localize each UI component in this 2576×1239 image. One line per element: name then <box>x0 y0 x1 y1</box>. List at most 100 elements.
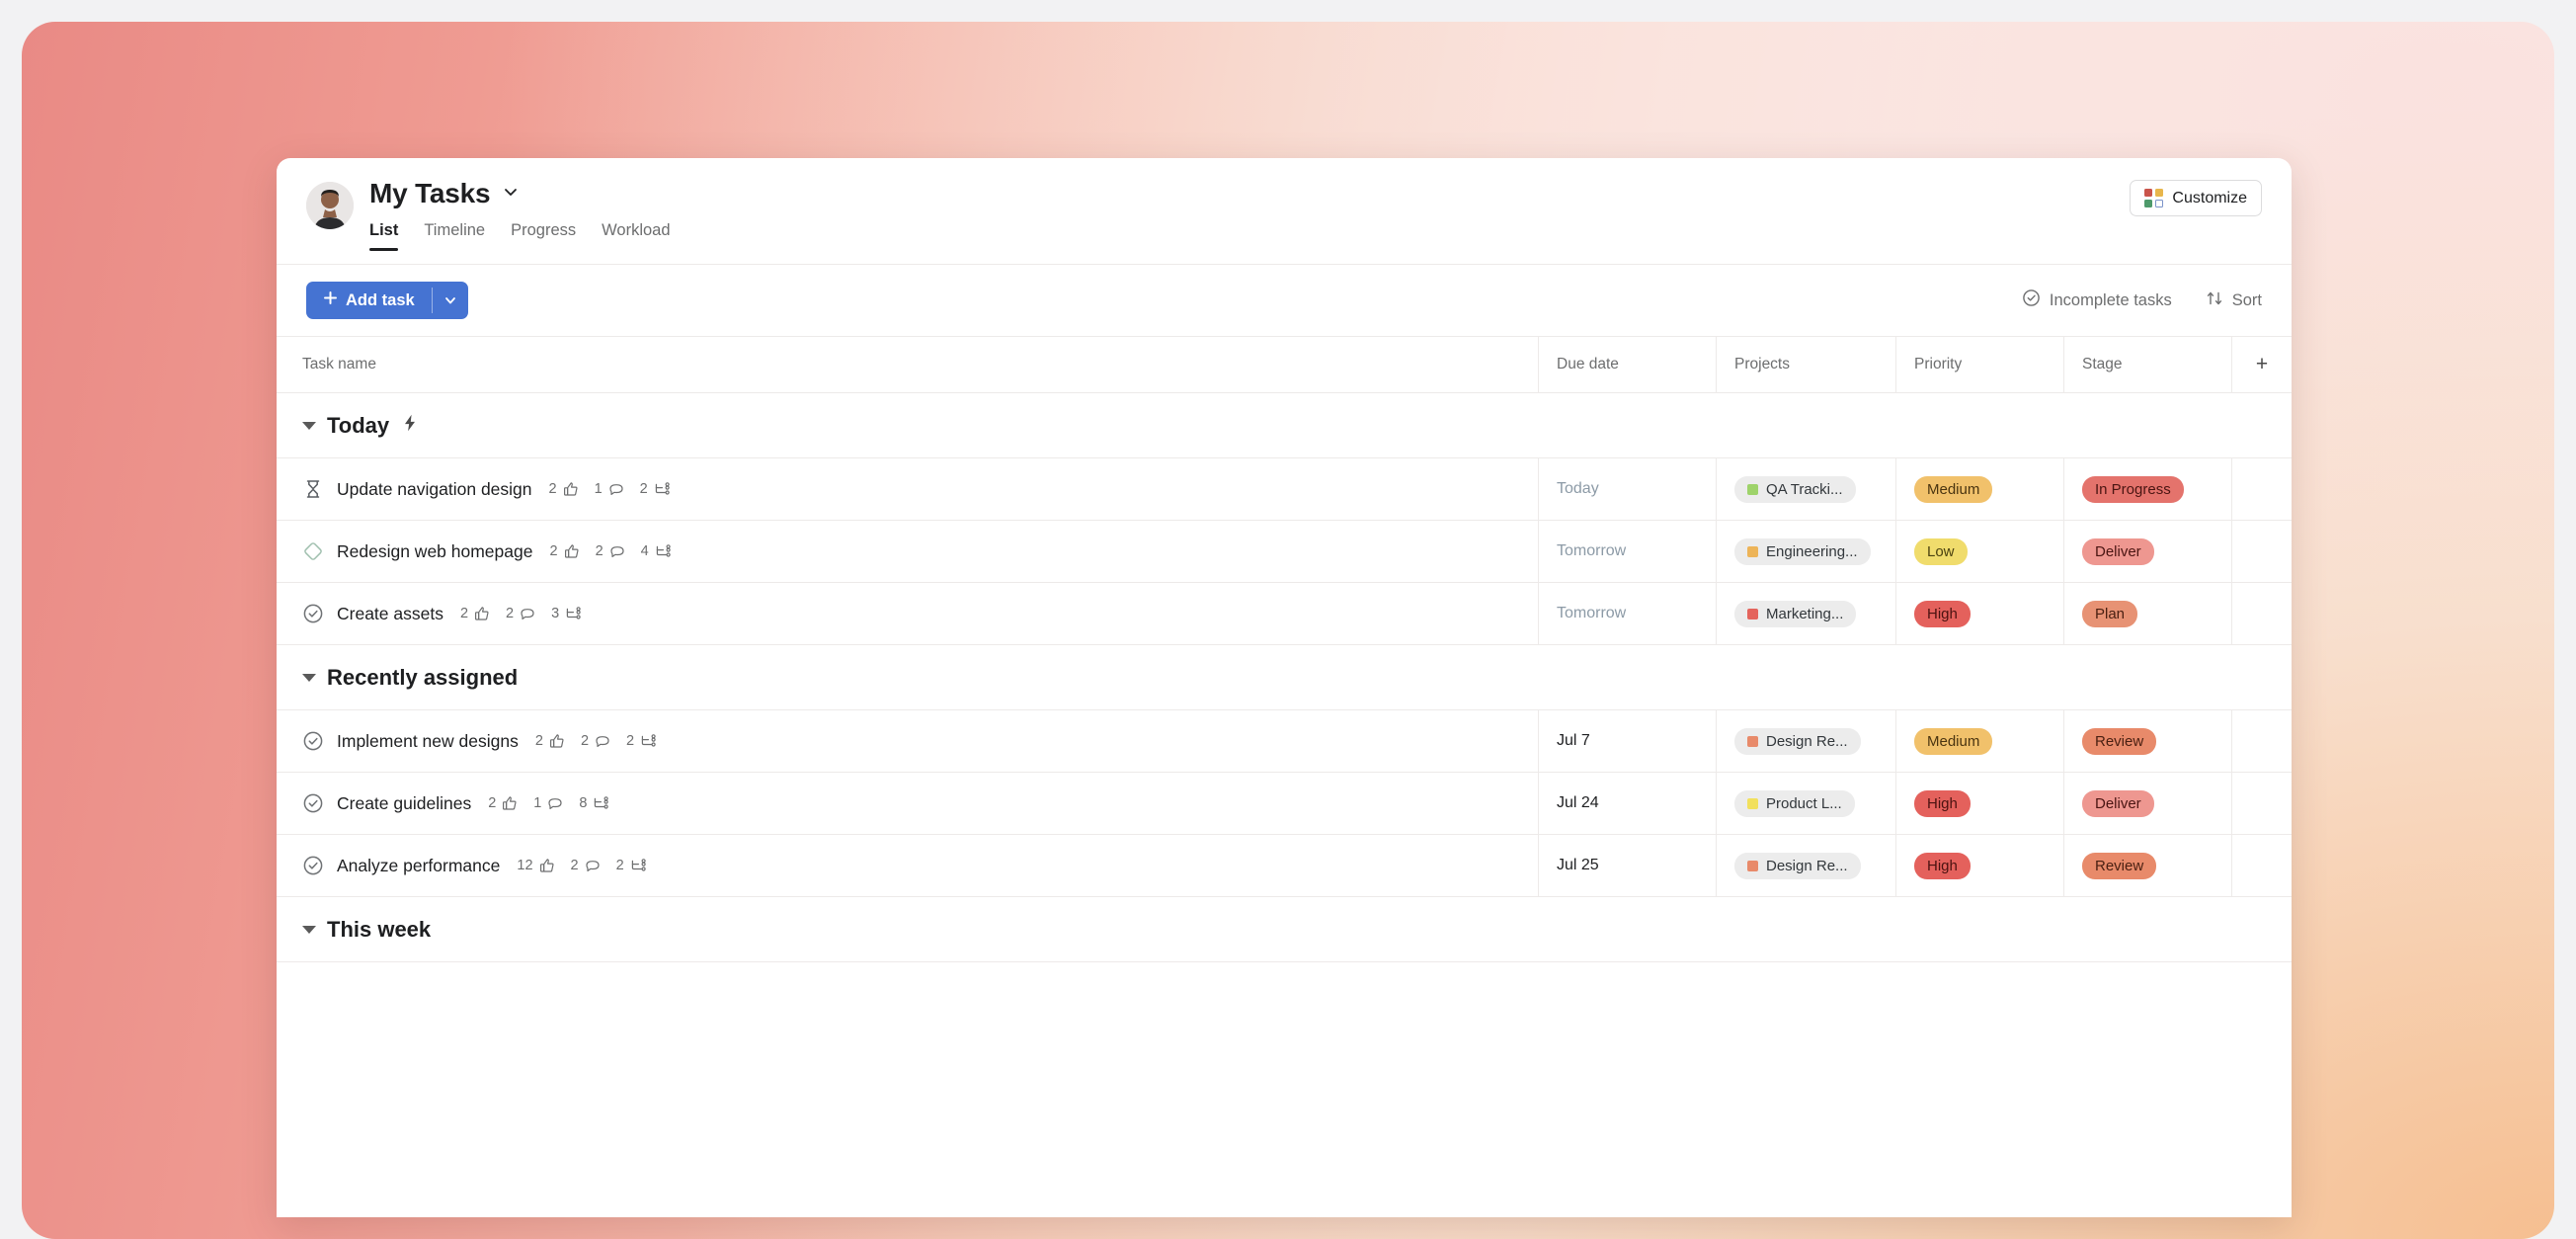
like-count: 2 <box>460 606 490 621</box>
stage-pill[interactable]: Plan <box>2082 600 2138 627</box>
section-title: This week <box>327 916 432 942</box>
table-row[interactable]: Create assets 2 2 3 Tomorrow Marketing..… <box>277 583 2292 645</box>
cell-task-name[interactable]: Update navigation design 2 1 2 <box>277 458 1539 520</box>
add-task-button[interactable]: Add task <box>306 282 468 319</box>
like-count: 2 <box>488 795 518 811</box>
task-meta: 2 1 8 <box>488 795 609 811</box>
tab-progress[interactable]: Progress <box>511 221 576 251</box>
cell-due-date[interactable]: Jul 7 <box>1539 710 1717 772</box>
cell-projects[interactable]: Design Re... <box>1717 710 1896 772</box>
task-name-label: Implement new designs <box>337 730 519 751</box>
cell-stage[interactable]: Deliver <box>2064 773 2232 834</box>
priority-pill[interactable]: Low <box>1914 537 1968 565</box>
cell-due-date[interactable]: Tomorrow <box>1539 521 1717 582</box>
cell-due-date[interactable]: Today <box>1539 458 1717 520</box>
diamond-icon[interactable] <box>302 540 324 562</box>
task-meta: 2 2 4 <box>549 543 671 559</box>
project-pill[interactable]: Engineering... <box>1734 537 1871 565</box>
caret-down-icon[interactable] <box>302 925 316 934</box>
project-pill[interactable]: Design Re... <box>1734 727 1861 755</box>
cell-priority[interactable]: High <box>1896 773 2064 834</box>
check-circle-icon[interactable] <box>302 792 324 814</box>
task-name-label: Create assets <box>337 603 443 623</box>
customize-label: Customize <box>2172 189 2247 206</box>
priority-pill[interactable]: High <box>1914 852 1971 879</box>
cell-stage[interactable]: Plan <box>2064 583 2232 644</box>
task-name-label: Analyze performance <box>337 855 501 875</box>
stage-pill[interactable]: Review <box>2082 852 2157 879</box>
cell-task-name[interactable]: Create assets 2 2 3 <box>277 583 1539 644</box>
cell-task-name[interactable]: Analyze performance 12 2 2 <box>277 835 1539 896</box>
cell-stage[interactable]: In Progress <box>2064 458 2232 520</box>
cell-stage[interactable]: Deliver <box>2064 521 2232 582</box>
project-pill[interactable]: QA Tracki... <box>1734 475 1856 503</box>
cell-due-date[interactable]: Tomorrow <box>1539 583 1717 644</box>
caret-down-icon[interactable] <box>302 673 316 682</box>
stage-pill[interactable]: Deliver <box>2082 537 2154 565</box>
project-pill[interactable]: Design Re... <box>1734 852 1861 879</box>
check-circle-icon[interactable] <box>302 730 324 752</box>
cell-due-date[interactable]: Jul 25 <box>1539 835 1717 896</box>
caret-down-icon[interactable] <box>302 421 316 430</box>
column-header-priority[interactable]: Priority <box>1896 336 2064 393</box>
cell-projects[interactable]: QA Tracki... <box>1717 458 1896 520</box>
check-circle-icon[interactable] <box>302 855 324 876</box>
task-meta: 12 2 2 <box>517 858 646 873</box>
project-pill[interactable]: Product L... <box>1734 789 1855 817</box>
subtask-count: 2 <box>616 858 647 873</box>
cell-task-name[interactable]: Implement new designs 2 2 2 <box>277 710 1539 772</box>
incomplete-tasks-filter[interactable]: Incomplete tasks <box>2022 289 2172 312</box>
column-header-task-name[interactable]: Task name <box>277 336 1539 393</box>
customize-button[interactable]: Customize <box>2130 180 2262 216</box>
comment-count: 1 <box>533 795 563 811</box>
cell-projects[interactable]: Marketing... <box>1717 583 1896 644</box>
add-task-dropdown[interactable] <box>433 282 468 319</box>
cell-priority[interactable]: High <box>1896 835 2064 896</box>
cell-priority[interactable]: Medium <box>1896 458 2064 520</box>
cell-projects[interactable]: Engineering... <box>1717 521 1896 582</box>
check-circle-icon[interactable] <box>302 603 324 624</box>
cell-priority[interactable]: Medium <box>1896 710 2064 772</box>
column-header-due-date[interactable]: Due date <box>1539 336 1717 393</box>
cell-projects[interactable]: Design Re... <box>1717 835 1896 896</box>
sort-button[interactable]: Sort <box>2206 289 2262 312</box>
stage-pill[interactable]: Deliver <box>2082 789 2154 817</box>
section-header[interactable]: This week <box>277 897 2292 962</box>
section-header[interactable]: Recently assigned <box>277 645 2292 710</box>
table-row[interactable]: Implement new designs 2 2 2 Jul 7 Design… <box>277 710 2292 773</box>
priority-pill[interactable]: High <box>1914 789 1971 817</box>
stage-pill[interactable]: Review <box>2082 727 2157 755</box>
cell-stage[interactable]: Review <box>2064 710 2232 772</box>
cell-priority[interactable]: High <box>1896 583 2064 644</box>
priority-pill[interactable]: Medium <box>1914 475 1993 503</box>
tab-list[interactable]: List <box>369 221 399 251</box>
task-list: Today Update navigation design 2 1 2 Tod… <box>277 393 2292 962</box>
cell-trailing <box>2232 710 2292 772</box>
project-pill[interactable]: Marketing... <box>1734 600 1857 627</box>
cell-due-date[interactable]: Jul 24 <box>1539 773 1717 834</box>
add-column-button[interactable]: + <box>2232 336 2292 393</box>
column-header-projects[interactable]: Projects <box>1717 336 1896 393</box>
chevron-down-icon[interactable] <box>502 183 520 206</box>
column-header-stage[interactable]: Stage <box>2064 336 2232 393</box>
stage-pill[interactable]: In Progress <box>2082 475 2184 503</box>
table-row[interactable]: Update navigation design 2 1 2 Today QA … <box>277 458 2292 521</box>
cell-task-name[interactable]: Redesign web homepage 2 2 4 <box>277 521 1539 582</box>
cell-priority[interactable]: Low <box>1896 521 2064 582</box>
hourglass-icon[interactable] <box>302 478 324 500</box>
priority-pill[interactable]: High <box>1914 600 1971 627</box>
cell-trailing <box>2232 835 2292 896</box>
cell-projects[interactable]: Product L... <box>1717 773 1896 834</box>
task-meta: 2 1 2 <box>549 481 671 497</box>
cell-task-name[interactable]: Create guidelines 2 1 8 <box>277 773 1539 834</box>
comment-count: 2 <box>581 733 610 749</box>
avatar[interactable] <box>306 182 354 229</box>
section-header[interactable]: Today <box>277 393 2292 458</box>
table-row[interactable]: Redesign web homepage 2 2 4 Tomorrow Eng… <box>277 521 2292 583</box>
tab-workload[interactable]: Workload <box>602 221 670 251</box>
table-row[interactable]: Create guidelines 2 1 8 Jul 24 Product L… <box>277 773 2292 835</box>
cell-stage[interactable]: Review <box>2064 835 2232 896</box>
tab-timeline[interactable]: Timeline <box>424 221 485 251</box>
priority-pill[interactable]: Medium <box>1914 727 1993 755</box>
table-row[interactable]: Analyze performance 12 2 2 Jul 25 Design… <box>277 835 2292 897</box>
